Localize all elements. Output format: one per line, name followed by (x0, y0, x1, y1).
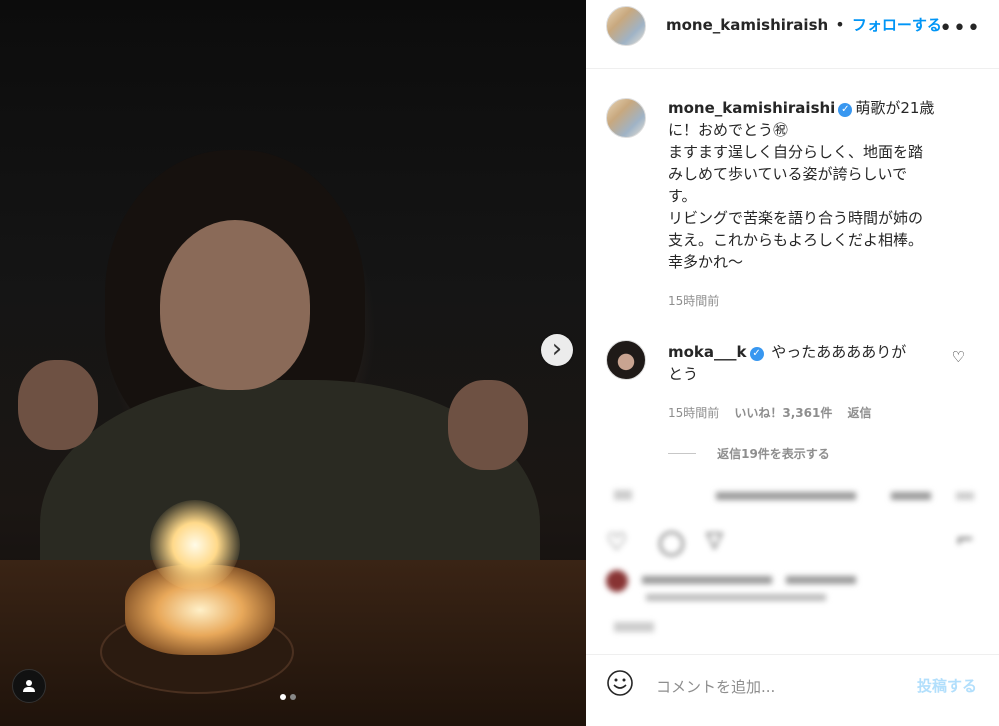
caption-line: す。 (668, 187, 697, 205)
blurred-date (614, 622, 654, 632)
share-icon[interactable]: ▽ (706, 528, 723, 553)
comment-heart-icon[interactable]: ♡ (952, 348, 965, 366)
emoji-icon[interactable] (606, 669, 634, 697)
comment-icon[interactable]: ◯ (658, 528, 685, 556)
heart-icon[interactable]: ♡ (606, 528, 628, 556)
follow-button[interactable]: フォローする (852, 16, 942, 34)
photo-left-fist (18, 360, 98, 450)
chevron-right-icon: › (551, 334, 563, 364)
caption: mone_kamishiraishi ✓ 萌歌が21歳 に！おめでとう㊗ ますます逞… (668, 97, 958, 273)
commenter-username[interactable]: moka___k (668, 343, 747, 361)
comment-likes[interactable]: いいね！3,361件 (734, 406, 832, 420)
view-replies[interactable]: 返信19件を表示する (668, 443, 830, 462)
photo-right-fist (448, 380, 528, 470)
comment: moka___k ✓ やったあああありが とう (668, 341, 958, 385)
post-comment-button[interactable]: 投稿する (917, 675, 977, 696)
author-avatar[interactable] (606, 6, 646, 46)
more-icon[interactable]: ••• (939, 16, 981, 41)
next-image-button[interactable]: › (541, 334, 573, 366)
photo-candle-glow (150, 500, 240, 590)
carousel-dots (280, 694, 296, 700)
photo-table (0, 560, 586, 726)
blurred-comment-row (606, 486, 976, 510)
comment-input[interactable]: コメントを追加... (656, 676, 775, 697)
comment-text: とう (668, 365, 699, 383)
person-tag-icon (23, 680, 35, 692)
replies-line (668, 453, 696, 454)
blurred-likes-row (606, 568, 976, 612)
author-username[interactable]: mone_kamishiraish (666, 16, 828, 34)
caption-line: に！おめでとう㊗ (668, 121, 789, 139)
action-bar: ♡ ◯ ▽ ⌐ (606, 528, 986, 558)
reply-button[interactable]: 返信 (847, 406, 871, 420)
post-side-panel: mone_kamishiraish • フォローする ••• mone_kami… (586, 0, 999, 726)
caption-timestamp[interactable]: 15時間前 (668, 292, 719, 309)
caption-avatar[interactable] (606, 98, 646, 138)
verified-icon: ✓ (749, 347, 764, 361)
bookmark-icon[interactable]: ⌐ (956, 528, 974, 553)
view-replies-label: 返信19件を表示する (717, 447, 830, 461)
composer-divider (586, 654, 999, 655)
photo-face-shape (160, 220, 310, 390)
commenter-avatar[interactable] (606, 340, 646, 380)
caption-line: 幸多かれ〜 (668, 253, 744, 271)
comment-text: やったあああありが (771, 343, 907, 361)
tagged-people-button[interactable] (12, 669, 46, 703)
caption-line: リビングで苦楽を語り合う時間が姉の (668, 209, 924, 227)
caption-line: ますます逞しく自分らしく、地面を踏 (668, 143, 924, 161)
carousel-dot (290, 694, 296, 700)
post-photo: › (0, 0, 586, 726)
caption-line: 萌歌が21歳 (855, 99, 935, 117)
post-header: mone_kamishiraish • フォローする ••• (586, 0, 999, 69)
comment-meta: 15時間前 いいね！3,361件 返信 (668, 402, 871, 421)
carousel-dot-active (280, 694, 286, 700)
verified-icon: ✓ (838, 103, 853, 117)
caption-username[interactable]: mone_kamishiraishi (668, 99, 835, 117)
comment-timestamp[interactable]: 15時間前 (668, 406, 719, 420)
header-separator: • (835, 15, 845, 34)
caption-line: みしめて歩いている姿が誇らしいで (668, 165, 908, 183)
caption-line: 支え。これからもよろしくだよ相棒。 (668, 231, 924, 249)
